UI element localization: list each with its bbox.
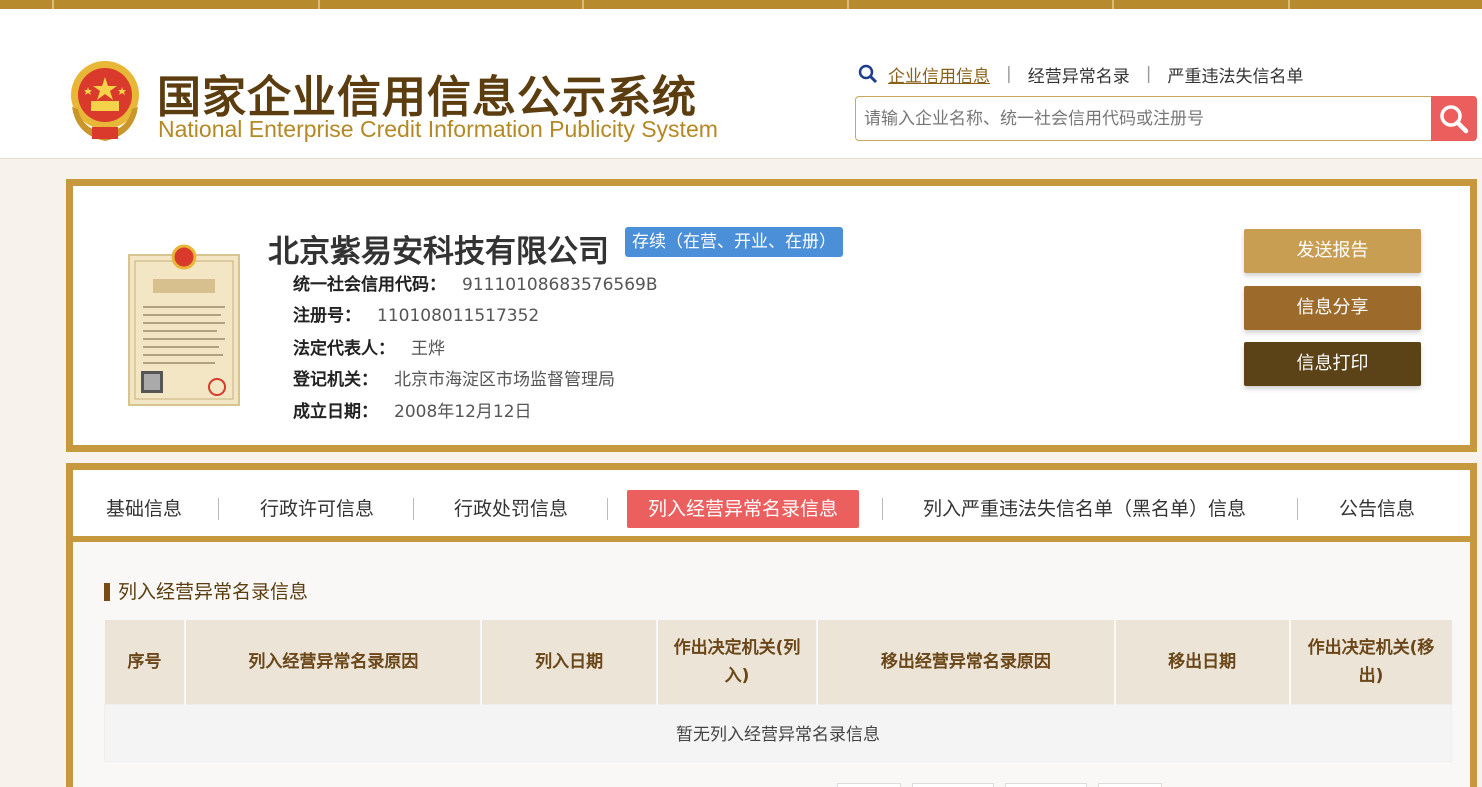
column-header: 列入经营异常名录原因 bbox=[185, 620, 483, 704]
column-header: 作出决定机关(移出) bbox=[1289, 620, 1452, 704]
search-bar bbox=[855, 96, 1477, 141]
tab-divider bbox=[882, 498, 883, 520]
site-header: 国家企业信用信息公示系统 National Enterprise Credit … bbox=[0, 9, 1482, 159]
link-serious-violation-list[interactable]: 严重违法失信名单 bbox=[1167, 62, 1303, 87]
info-row-credit-code: 统一社会信用代码： 91110108683576569B bbox=[293, 273, 658, 297]
table-header-row: 序号 列入经营异常名录原因 列入日期 作出决定机关(列入) 移出经营异常名录原因… bbox=[104, 620, 1452, 704]
link-abnormal-operation-list[interactable]: 经营异常名录 bbox=[1028, 62, 1130, 87]
tab-bar: 基础信息 行政许可信息 行政处罚信息 列入经营异常名录信息 列入严重违法失信名单… bbox=[73, 470, 1470, 542]
column-header: 序号 bbox=[104, 620, 187, 704]
top-nav-links: 企业信用信息 | 经营异常名录 | 严重违法失信名单 bbox=[858, 62, 1303, 87]
info-value: 110108011517352 bbox=[377, 306, 540, 326]
tab-admin-penalty[interactable]: 行政处罚信息 bbox=[454, 490, 568, 528]
pagination-button[interactable] bbox=[1098, 783, 1162, 787]
link-enterprise-credit-info[interactable]: 企业信用信息 bbox=[888, 62, 990, 87]
link-divider: | bbox=[1006, 64, 1012, 84]
site-logo-english: National Enterprise Credit Information P… bbox=[158, 116, 718, 142]
info-row-registration-authority: 登记机关： 北京市海淀区市场监督管理局 bbox=[293, 368, 615, 392]
top-accent-bar bbox=[0, 0, 1482, 9]
info-row-registration-number: 注册号： 110108011517352 bbox=[293, 304, 539, 328]
business-license-image bbox=[128, 244, 240, 406]
tab-admin-license[interactable]: 行政许可信息 bbox=[260, 490, 374, 528]
info-label: 登记机关： bbox=[293, 370, 378, 390]
column-header: 作出决定机关(列入) bbox=[657, 620, 818, 704]
info-label: 法定代表人： bbox=[293, 339, 395, 359]
pagination-button[interactable] bbox=[837, 783, 901, 787]
magnifier-icon bbox=[858, 64, 878, 84]
pagination-button[interactable] bbox=[1005, 783, 1087, 787]
company-summary-card: 北京紫易安科技有限公司 存续（在营、开业、在册） 统一社会信用代码： 911101… bbox=[66, 179, 1477, 452]
pagination-button[interactable] bbox=[912, 783, 994, 787]
company-name: 北京紫易安科技有限公司 bbox=[268, 234, 609, 270]
link-divider: | bbox=[1145, 64, 1152, 84]
info-value: 2008年12月12日 bbox=[394, 402, 532, 422]
share-info-button[interactable]: 信息分享 bbox=[1244, 286, 1421, 330]
search-icon bbox=[1440, 104, 1469, 133]
info-label: 统一社会信用代码： bbox=[293, 275, 446, 295]
table-row: 暂无列入经营异常名录信息 bbox=[104, 703, 1452, 762]
info-row-establishment-date: 成立日期： 2008年12月12日 bbox=[293, 400, 532, 424]
info-value: 王烨 bbox=[411, 339, 445, 359]
info-label: 成立日期： bbox=[293, 402, 378, 422]
info-value: 91110108683576569B bbox=[462, 275, 658, 295]
tab-divider bbox=[607, 498, 608, 520]
tab-divider bbox=[1297, 498, 1298, 520]
column-header: 列入日期 bbox=[481, 620, 659, 704]
tab-divider bbox=[413, 498, 414, 520]
detail-panel: 基础信息 行政许可信息 行政处罚信息 列入经营异常名录信息 列入严重违法失信名单… bbox=[66, 463, 1477, 787]
info-label: 注册号： bbox=[293, 306, 361, 326]
info-value: 北京市海淀区市场监督管理局 bbox=[394, 370, 615, 390]
print-info-button[interactable]: 信息打印 bbox=[1244, 342, 1421, 386]
send-report-button[interactable]: 发送报告 bbox=[1244, 229, 1421, 273]
status-badge: 存续（在营、开业、在册） bbox=[625, 227, 843, 257]
search-button[interactable] bbox=[1431, 96, 1477, 141]
section-title: 列入经营异常名录信息 bbox=[104, 580, 308, 604]
column-header: 移出日期 bbox=[1114, 620, 1291, 704]
tab-abnormal-operation[interactable]: 列入经营异常名录信息 bbox=[627, 490, 860, 528]
abnormal-operation-table: 序号 列入经营异常名录原因 列入日期 作出决定机关(列入) 移出经营异常名录原因… bbox=[104, 620, 1452, 762]
search-input[interactable] bbox=[864, 97, 1434, 140]
tab-announcements[interactable]: 公告信息 bbox=[1339, 490, 1415, 528]
tab-basic-info[interactable]: 基础信息 bbox=[106, 490, 182, 528]
empty-table-message: 暂无列入经营异常名录信息 bbox=[104, 703, 1452, 762]
tab-blacklist[interactable]: 列入严重违法失信名单（黑名单）信息 bbox=[923, 490, 1246, 528]
info-row-legal-representative: 法定代表人： 王烨 bbox=[293, 337, 445, 361]
national-emblem-icon bbox=[71, 61, 139, 141]
tab-divider bbox=[218, 498, 219, 520]
column-header: 移出经营异常名录原因 bbox=[816, 620, 1116, 704]
